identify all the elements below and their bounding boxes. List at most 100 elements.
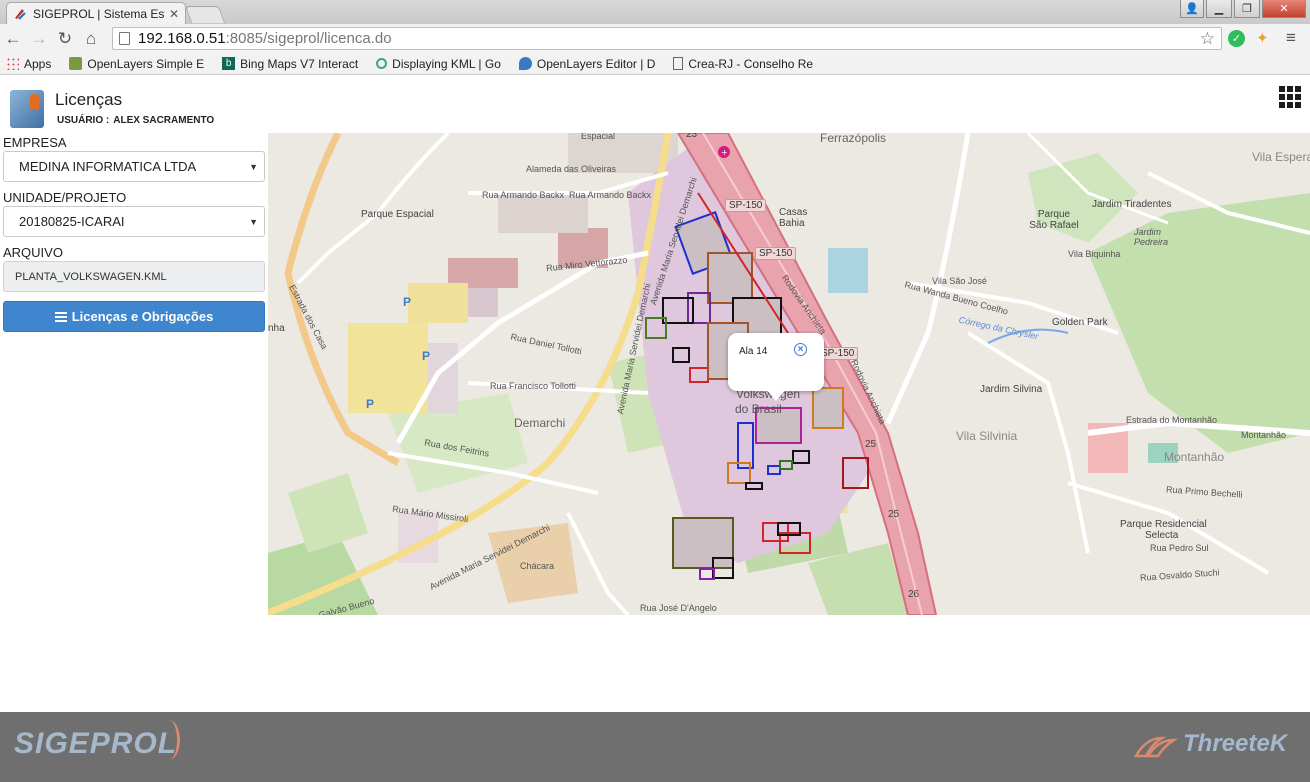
licenses-logo-icon <box>10 90 44 128</box>
map-label: 26 <box>908 589 920 600</box>
map-green-area <box>288 473 368 553</box>
map-block <box>408 283 468 323</box>
close-window-icon[interactable]: ✕ <box>1262 0 1306 18</box>
map-label: 25 <box>888 509 900 520</box>
filter-sidebar: EMPRESA MEDINA INFORMATICA LTDA ▼ UNIDAD… <box>0 133 268 615</box>
apps-menu-icon[interactable] <box>1279 86 1301 108</box>
map-label: Demarchi <box>514 416 566 430</box>
map-road <box>296 133 450 285</box>
map-label: Montanhão <box>1164 450 1225 464</box>
forward-icon[interactable]: → <box>26 29 52 49</box>
bookmark-openlayers-simple[interactable]: OpenLayers Simple E <box>63 57 204 71</box>
browser-menu-icon[interactable]: ≡ <box>1286 28 1296 48</box>
sigeprol-logo: SIGEPROL <box>14 727 178 760</box>
feature-popup: Ala 14 × <box>728 333 824 401</box>
map-view[interactable]: + Ferrazópolis Espacial Alameda das Oliv… <box>268 133 1310 615</box>
map-road <box>966 331 1090 554</box>
kml-polygon[interactable] <box>707 252 753 304</box>
apps-grid-icon <box>6 57 19 70</box>
popup-close-icon[interactable]: × <box>794 343 807 356</box>
openlayers-icon <box>69 57 83 70</box>
popup-text: Ala 14 <box>739 346 768 357</box>
map-label: Rua Pedro Sul <box>1150 543 1209 553</box>
back-icon[interactable]: ← <box>0 29 26 49</box>
map-label: Chácara <box>520 561 555 571</box>
address-bar[interactable]: 192.168.0.51:8085/sigeprol/licenca.do ☆ <box>112 27 1222 50</box>
kml-icon <box>376 58 388 69</box>
url-path: :8085/sigeprol/licenca.do <box>225 30 392 47</box>
bookmark-star-icon[interactable]: ☆ <box>1200 29 1215 49</box>
extension-green-icon[interactable]: ✓ <box>1228 30 1245 47</box>
page-title: Licenças <box>55 90 123 109</box>
logo-swoosh-icon <box>158 720 180 760</box>
bing-icon: b <box>222 57 236 70</box>
button-label: Licenças e Obrigações <box>71 309 214 324</box>
map-label: Parque São Rafael <box>1029 209 1079 231</box>
map-label: Jardim Tiradentes <box>1092 199 1172 210</box>
map-block <box>828 248 868 293</box>
map-label: Vila Silvinia <box>956 429 1018 443</box>
extension-orange-icon[interactable]: ✦ <box>1256 29 1269 47</box>
map-label: 25 <box>865 439 877 450</box>
bookmark-displaying-kml[interactable]: Displaying KML | Go <box>370 57 501 71</box>
tab-close-icon[interactable]: ✕ <box>169 7 179 21</box>
map-label: Estrada do Montanhão <box>1126 415 1218 425</box>
empresa-label: EMPRESA <box>3 135 67 150</box>
user-label: USUÁRIO : <box>57 115 110 126</box>
map-label: do Brasil <box>735 402 782 416</box>
url-host: 192.168.0.51 <box>138 30 226 47</box>
reload-icon[interactable]: ↻ <box>52 29 78 49</box>
user-name: ALEX SACRAMENTO <box>113 115 215 126</box>
home-icon[interactable]: ⌂ <box>78 29 104 49</box>
map-label: Vila Biquinha <box>1068 249 1121 259</box>
bookmark-bing-maps[interactable]: b Bing Maps V7 Interact <box>216 57 358 71</box>
threetek-logo-icon <box>1133 736 1178 758</box>
bookmark-label: Apps <box>24 56 52 71</box>
map-label: Parque Espacial <box>361 209 434 220</box>
unidade-select[interactable]: 20180825-ICARAI ▼ <box>3 206 265 237</box>
bookmarks-bar: Apps OpenLayers Simple E b Bing Maps V7 I… <box>0 53 1310 75</box>
map-label: Espacial <box>581 133 616 141</box>
list-icon <box>54 311 67 322</box>
map-label: 23 <box>686 133 698 140</box>
arquivo-value: PLANTA_VOLKSWAGEN.KML <box>15 270 167 283</box>
bookmark-apps[interactable]: Apps <box>0 57 51 71</box>
map-label: Rua José D'Angelo <box>640 603 717 613</box>
kml-polygon[interactable] <box>812 387 844 429</box>
bookmark-crea-rj[interactable]: Crea-RJ - Conselho Re <box>667 57 813 71</box>
bookmark-openlayers-editor[interactable]: OpenLayers Editor | D <box>513 57 655 71</box>
page-info-icon[interactable] <box>119 32 130 45</box>
map-label: nha <box>268 323 285 334</box>
browser-tab[interactable]: SIGEPROL | Sistema Estrat ✕ <box>6 2 186 24</box>
map-label: Jardim Silvina <box>980 384 1043 395</box>
parking-icon: P <box>366 397 375 411</box>
map-label: Rua Armando Backx <box>569 190 652 200</box>
map-green-area <box>1088 193 1310 453</box>
map-label: Alameda das Oliveiras <box>526 164 617 174</box>
arquivo-field[interactable]: PLANTA_VOLKSWAGEN.KML <box>3 261 265 292</box>
sp150-shield: SP-150 <box>725 199 767 212</box>
minimize-icon[interactable]: ▁ <box>1206 0 1232 18</box>
map-label: Ferrazópolis <box>820 133 887 145</box>
map-label: Montanhão <box>1241 430 1287 440</box>
unidade-label: UNIDADE/PROJETO <box>3 190 127 205</box>
bookmark-label: Crea-RJ - Conselho Re <box>688 56 814 71</box>
user-info: USUÁRIO : ALEX SACRAMENTO <box>57 115 214 126</box>
map-label: Casas Bahia <box>779 207 808 229</box>
profile-icon[interactable]: 👤 <box>1180 0 1204 18</box>
new-tab-button[interactable] <box>184 6 226 23</box>
openlayers-editor-icon <box>518 57 532 70</box>
map-label: Selecta <box>1145 530 1179 541</box>
app-footer: SIGEPROL ThreeteK <box>0 712 1310 782</box>
map-label: Vila Esperanç <box>1252 150 1310 164</box>
browser-navbar: ← → ↻ ⌂ 192.168.0.51:8085/sigeprol/licen… <box>0 24 1310 53</box>
licencas-obrigacoes-button[interactable]: Licenças e Obrigações <box>3 301 265 332</box>
kml-polygon[interactable] <box>699 568 715 580</box>
empresa-select[interactable]: MEDINA INFORMATICA LTDA ▼ <box>3 151 265 182</box>
map-label: Vila São José <box>932 276 987 286</box>
browser-titlebar: SIGEPROL | Sistema Estrat ✕ 👤 ▁ ❐ ✕ <box>0 0 1310 24</box>
bookmark-label: Bing Maps V7 Interact <box>240 56 359 71</box>
kml-polygon[interactable] <box>672 517 734 569</box>
window-controls: 👤 ▁ ❐ ✕ <box>1180 0 1306 18</box>
maximize-icon[interactable]: ❐ <box>1234 0 1260 18</box>
